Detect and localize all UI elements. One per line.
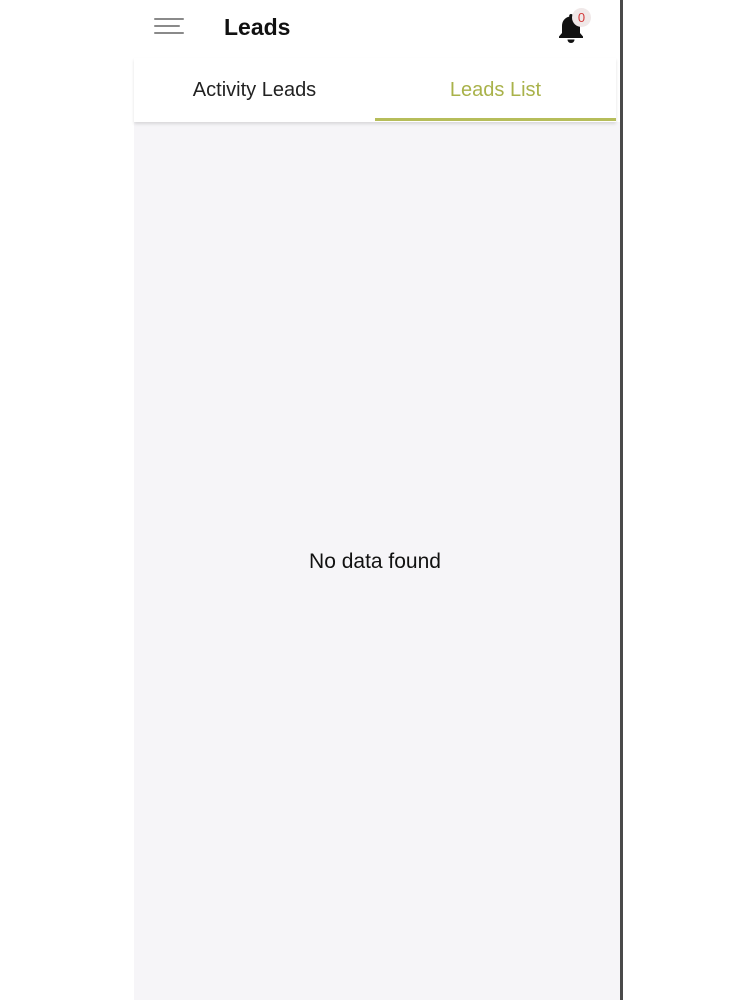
screen: Leads 0 Activity Leads Leads List No dat… (0, 0, 750, 1000)
menu-line (154, 18, 184, 20)
page-title: Leads (224, 14, 291, 40)
tab-bar: Activity Leads Leads List (134, 58, 616, 122)
notifications-button[interactable]: 0 (552, 6, 596, 48)
tab-activity-leads[interactable]: Activity Leads (134, 58, 375, 122)
app-header: Leads 0 (134, 0, 620, 58)
tab-leads-list[interactable]: Leads List (375, 58, 616, 122)
app-screen: Leads 0 Activity Leads Leads List No dat… (134, 0, 620, 1000)
hamburger-menu-icon[interactable] (152, 14, 186, 40)
screen-border (620, 0, 623, 1000)
notification-count-badge: 0 (572, 8, 591, 27)
active-tab-indicator (375, 118, 616, 121)
menu-line (154, 32, 184, 34)
empty-state-message: No data found (309, 550, 441, 573)
menu-line (154, 25, 180, 27)
leads-list-content: No data found (134, 122, 620, 1000)
